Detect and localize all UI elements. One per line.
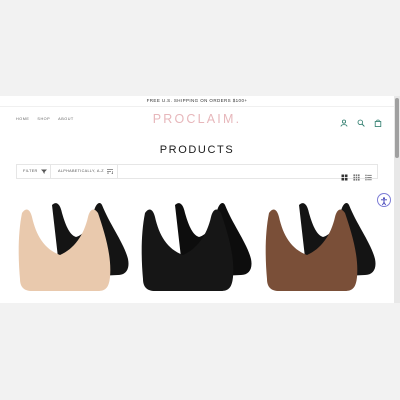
search-icon[interactable] bbox=[357, 114, 365, 127]
collection-toolbar: FILTER ALPHABETICALLY, A-Z bbox=[16, 164, 378, 181]
product-image-2 bbox=[141, 203, 252, 291]
sort-icon bbox=[107, 168, 114, 174]
brand-dot: . bbox=[235, 112, 242, 126]
filter-label: FILTER bbox=[23, 169, 38, 173]
storefront-page: FREE U.S. SHIPPING ON ORDERS $100+ HOME … bbox=[0, 96, 394, 303]
brand-name: PROCLAIM bbox=[152, 112, 236, 126]
list-icon[interactable] bbox=[365, 168, 372, 181]
product-image-1 bbox=[18, 203, 129, 291]
sort-label: ALPHABETICALLY, A-Z bbox=[58, 169, 104, 173]
scrollbar-thumb[interactable] bbox=[395, 98, 399, 158]
product-image-3 bbox=[265, 203, 376, 291]
announcement-bar: FREE U.S. SHIPPING ON ORDERS $100+ bbox=[0, 96, 394, 107]
sort-select[interactable]: ALPHABETICALLY, A-Z bbox=[51, 165, 118, 178]
view-toggles bbox=[341, 168, 372, 181]
grid-small-icon[interactable] bbox=[353, 168, 360, 181]
header-icons bbox=[340, 114, 382, 127]
product-card-3[interactable] bbox=[261, 197, 377, 297]
product-card-1[interactable] bbox=[14, 197, 130, 297]
filter-button[interactable]: FILTER bbox=[17, 165, 51, 178]
grid-large-icon[interactable] bbox=[341, 168, 348, 181]
filter-icon bbox=[40, 169, 47, 174]
brand-logo[interactable]: PROCLAIM. bbox=[0, 112, 394, 126]
cart-icon[interactable] bbox=[374, 114, 382, 127]
product-grid bbox=[0, 197, 394, 303]
account-icon[interactable] bbox=[340, 114, 348, 127]
page-title: PRODUCTS bbox=[159, 144, 235, 156]
product-card-2[interactable] bbox=[137, 197, 253, 297]
